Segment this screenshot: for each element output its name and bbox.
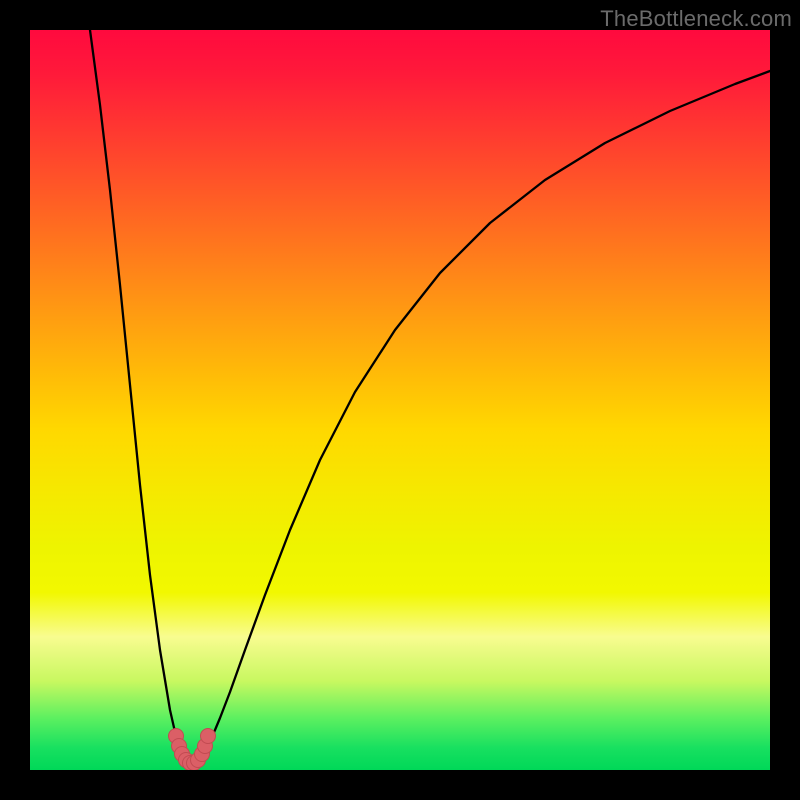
minimum-markers [169, 729, 216, 771]
minimum-marker [201, 729, 216, 744]
credit-label: TheBottleneck.com [600, 6, 792, 32]
plot-area [30, 30, 770, 770]
bottleneck-curve [90, 30, 770, 764]
chart-frame: TheBottleneck.com [0, 0, 800, 800]
curve-layer [30, 30, 770, 770]
